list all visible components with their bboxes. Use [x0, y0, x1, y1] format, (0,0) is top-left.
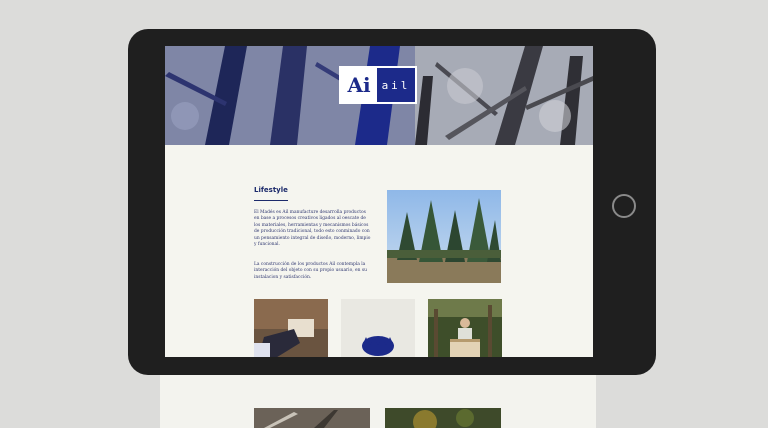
below-thumb-right — [385, 408, 501, 428]
logo-wordmark: ail — [377, 68, 415, 102]
heading-underline — [254, 200, 288, 201]
thumb-logo-stamp — [341, 299, 415, 357]
logo-mark: Ai — [347, 73, 371, 97]
thumb-man-crate — [428, 299, 502, 357]
home-button[interactable] — [612, 194, 636, 218]
section-heading: Lifestyle — [254, 186, 288, 194]
brand-logo[interactable]: Ai ail — [339, 66, 417, 104]
thumb-hands-box — [254, 299, 328, 357]
hero-banner: Ai ail — [165, 46, 593, 145]
secondary-paragraph: La construcción de los productos Ail con… — [254, 262, 367, 280]
tablet-screen: Ai ail Lifestyle El Madés es Ail manufac… — [165, 46, 593, 357]
feature-photo — [387, 190, 501, 283]
intro-paragraph: El Madés es Ail manufacture desarrolla p… — [254, 210, 371, 248]
below-thumb-left — [254, 408, 370, 428]
